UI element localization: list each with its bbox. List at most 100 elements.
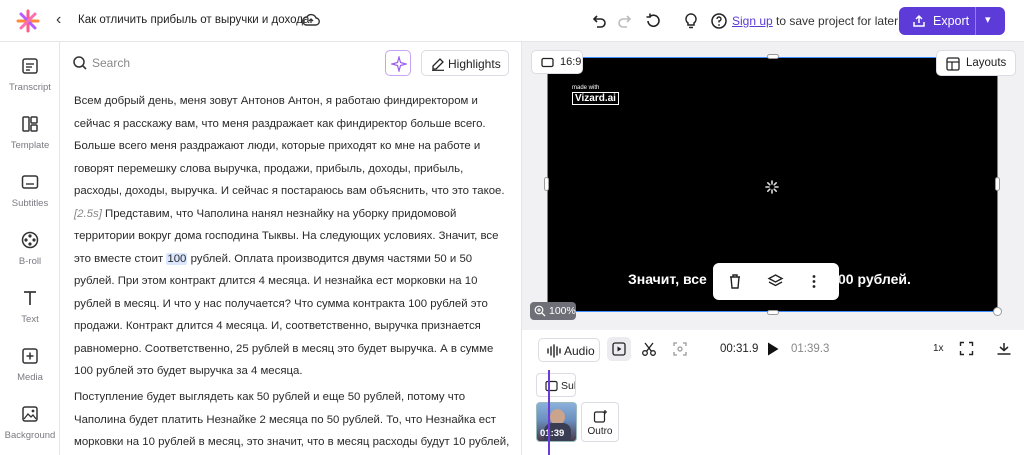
- play-clip-button[interactable]: [607, 337, 631, 361]
- subtitle-track-chip[interactable]: Sub: [536, 373, 576, 397]
- playback-speed[interactable]: 1x: [933, 343, 944, 354]
- sidebar-item-subtitles[interactable]: Subtitles: [0, 172, 60, 222]
- highlighter-icon: [432, 58, 444, 71]
- crop-focus-icon[interactable]: [672, 341, 688, 357]
- watermark-text: made with: [572, 85, 600, 91]
- zoom-indicator[interactable]: 100%: [530, 302, 576, 320]
- transcript-timestamp[interactable]: [2.5s]: [74, 208, 102, 220]
- video-clip-thumbnail[interactable]: 01:39: [536, 402, 577, 442]
- layouts-label: Layouts: [966, 57, 1007, 69]
- highlights-button[interactable]: Highlights: [421, 50, 509, 76]
- text-icon: [24, 291, 36, 305]
- search-icon: [73, 56, 87, 70]
- resize-handle-bottom[interactable]: [767, 310, 779, 315]
- outro-button[interactable]: Outro: [581, 402, 619, 442]
- export-upload-icon: [913, 14, 925, 27]
- subtitle-chip-label: Sub: [561, 380, 575, 392]
- help-icon[interactable]: [709, 11, 729, 31]
- sidebar-item-b-roll[interactable]: B-roll: [0, 230, 60, 280]
- aspect-ratio-label: 16:9: [560, 56, 582, 68]
- sidebar-item-transcript[interactable]: Transcript: [0, 56, 60, 106]
- caption-text-left: Значит, все: [628, 271, 707, 287]
- more-options-icon[interactable]: [811, 273, 817, 290]
- subtitles-icon: [545, 380, 558, 392]
- signup-link[interactable]: Sign up: [732, 14, 773, 28]
- sidebar-label: B-roll: [18, 256, 42, 267]
- left-sidebar: Transcript Template Subtitles B-roll Tex…: [0, 42, 60, 455]
- export-dropdown-chevron-icon[interactable]: ▾: [985, 13, 991, 26]
- collapse-timeline-icon[interactable]: [996, 341, 1012, 357]
- zoom-icon: [534, 305, 546, 317]
- layouts-icon: [946, 57, 960, 71]
- current-time: 00:31.9: [720, 343, 759, 355]
- audio-button[interactable]: Audio: [538, 338, 600, 362]
- timeline-panel: Audio 00:31.9 01:39.3 1x Sub 01: [522, 330, 1024, 455]
- resize-handle-corner[interactable]: [993, 307, 1002, 316]
- image-icon: [22, 406, 38, 422]
- transcript-icon: [22, 58, 38, 74]
- scissors-icon[interactable]: [641, 341, 657, 357]
- transcript-paragraph[interactable]: Всем добрый день, меня зовут Антонов Ант…: [74, 90, 514, 383]
- trash-icon[interactable]: [727, 273, 743, 290]
- film-reel-icon: [21, 231, 39, 249]
- sidebar-item-background[interactable]: Background: [0, 404, 60, 454]
- sidebar-label: Media: [17, 372, 43, 383]
- transcript-search-input[interactable]: [92, 53, 292, 73]
- export-label: Export: [933, 14, 970, 28]
- transcript-text[interactable]: Поступление будет выглядеть как 50 рубле…: [74, 391, 509, 448]
- undo-icon[interactable]: [588, 11, 608, 31]
- resize-handle-top[interactable]: [767, 54, 779, 59]
- sidebar-label: Template: [10, 140, 50, 151]
- clip-duration: 01:39: [540, 428, 565, 439]
- signup-text: to save project for later: [772, 14, 899, 28]
- sidebar-label: Transcript: [9, 82, 51, 93]
- subtitles-icon: [21, 175, 39, 189]
- sparkle-icon: [391, 56, 407, 72]
- lightbulb-icon[interactable]: [681, 11, 701, 31]
- app-logo-icon[interactable]: [16, 9, 40, 33]
- video-preview-area: made with Vizard.ai Значит, все 00 рубле…: [522, 42, 1024, 330]
- redo-icon[interactable]: [616, 11, 636, 31]
- audio-label: Audio: [564, 344, 595, 358]
- fullscreen-icon[interactable]: [959, 341, 974, 356]
- export-divider: [975, 7, 976, 35]
- template-icon: [22, 116, 38, 132]
- caption-text-right: 00 рублей.: [838, 271, 911, 287]
- zoom-level: 100%: [549, 305, 576, 317]
- signup-prompt: Sign up to save project for later: [732, 14, 898, 28]
- outro-label: Outro: [587, 426, 613, 437]
- project-title[interactable]: Как отличить прибыль от выручки и дохода: [78, 14, 309, 26]
- sidebar-label: Background: [4, 430, 56, 441]
- sidebar-item-text[interactable]: Text: [0, 288, 60, 338]
- caption-context-toolbar: [713, 263, 839, 300]
- transcript-text[interactable]: Всем добрый день, меня зовут Антонов Ант…: [74, 95, 505, 197]
- aspect-ratio-button[interactable]: 16:9: [531, 50, 583, 74]
- resize-handle-left[interactable]: [544, 177, 549, 191]
- sidebar-item-template[interactable]: Template: [0, 114, 60, 164]
- reset-icon[interactable]: [643, 11, 663, 31]
- transcript-text[interactable]: рублей. Оплата производится двумя частям…: [74, 253, 493, 378]
- sidebar-item-media[interactable]: Media: [0, 346, 60, 396]
- audio-waveform-icon: [547, 344, 561, 358]
- add-media-icon: [593, 410, 607, 423]
- highlighted-word[interactable]: 100: [166, 252, 188, 265]
- play-box-icon: [612, 342, 626, 356]
- top-bar: ‹ Как отличить прибыль от выручки и дохо…: [0, 0, 1024, 42]
- ai-magic-button[interactable]: [385, 50, 411, 76]
- export-button[interactable]: Export ▾: [899, 7, 1005, 35]
- sidebar-label: Subtitles: [11, 198, 49, 209]
- transcript-paragraph[interactable]: Поступление будет выглядеть как 50 рубле…: [74, 386, 514, 454]
- sidebar-label: Text: [21, 314, 39, 325]
- layers-icon[interactable]: [767, 273, 784, 290]
- back-arrow-icon[interactable]: ‹: [56, 11, 61, 29]
- timeline-playhead[interactable]: [548, 370, 550, 455]
- highlights-label: Highlights: [448, 57, 501, 71]
- cloud-upload-icon[interactable]: [302, 12, 320, 28]
- resize-handle-right[interactable]: [995, 177, 1000, 191]
- total-time: 01:39.3: [791, 343, 830, 355]
- layouts-button[interactable]: Layouts: [936, 50, 1016, 76]
- play-icon[interactable]: [766, 341, 780, 357]
- transcript-panel: Highlights Всем добрый день, меня зовут …: [60, 42, 522, 455]
- aspect-ratio-icon: [541, 57, 554, 68]
- loading-spinner-icon: [765, 180, 779, 194]
